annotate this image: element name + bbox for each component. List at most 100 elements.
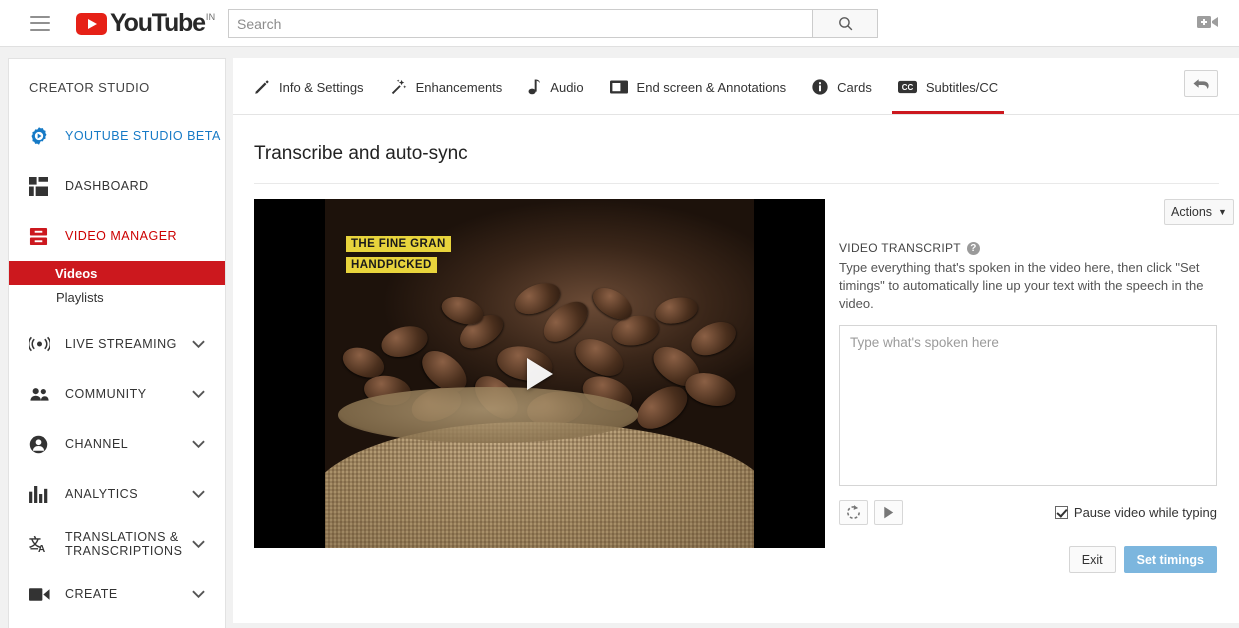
magic-wand-icon — [390, 79, 407, 95]
actions-dropdown-button[interactable]: Actions ▼ — [1164, 199, 1234, 225]
search-bar — [228, 9, 878, 38]
transcript-textarea[interactable] — [839, 325, 1217, 486]
create-icon — [29, 587, 55, 602]
tab-info-settings[interactable]: Info & Settings — [254, 58, 364, 114]
sidebar-item-youtube-studio-beta[interactable]: YOUTUBE STUDIO BETA — [9, 111, 225, 161]
play-icon — [884, 506, 894, 519]
youtube-play-icon — [76, 13, 107, 35]
channel-icon — [29, 435, 55, 454]
pause-video-checkbox[interactable] — [1054, 506, 1068, 519]
search-icon — [838, 17, 852, 31]
actions-label: Actions — [1171, 205, 1213, 219]
chevron-down-icon — [192, 537, 205, 551]
transcript-description: Type everything that's spoken in the vid… — [839, 260, 1204, 311]
sidebar-item-live-streaming[interactable]: LIVE STREAMING — [9, 319, 225, 369]
chevron-down-icon — [192, 337, 205, 351]
chevron-down-icon — [192, 587, 205, 601]
hamburger-menu-icon[interactable] — [30, 15, 50, 31]
exit-button[interactable]: Exit — [1068, 546, 1116, 573]
sidebar-item-label: CREATE — [65, 587, 118, 601]
replay-button[interactable] — [839, 500, 868, 525]
sidebar-item-label: CHANNEL — [65, 437, 129, 451]
pause-video-checkbox-label: Pause video while typing — [1073, 505, 1217, 520]
video-transcript-label-row: VIDEO TRANSCRIPT ? — [839, 241, 1234, 255]
sidebar-item-translations-transcriptions[interactable]: 文 A TRANSLATIONS & TRANSCRIPTIONS — [9, 519, 225, 569]
sidebar-item-label: YOUTUBE STUDIO BETA — [65, 129, 221, 143]
sidebar: CREATOR STUDIO YOUTUBE STUDIO BETA DASHB… — [8, 58, 226, 628]
sidebar-item-label: VIDEO MANAGER — [65, 229, 178, 243]
sack-rim — [337, 387, 639, 444]
sidebar-item-analytics[interactable]: ANALYTICS — [9, 469, 225, 519]
youtube-country-code: IN — [205, 12, 216, 22]
sidebar-subitem-label: Videos — [55, 265, 98, 281]
chevron-down-icon — [192, 487, 205, 501]
chevron-down-icon: ▼ — [1218, 207, 1227, 217]
tab-end-screen-annotations[interactable]: End screen & Annotations — [609, 58, 787, 114]
sidebar-title: CREATOR STUDIO — [29, 80, 150, 95]
main-content: Info & Settings Enhancements Audio End s… — [233, 58, 1239, 623]
sidebar-item-label: ANALYTICS — [65, 487, 139, 501]
sidebar-item-create[interactable]: CREATE — [9, 569, 225, 619]
play-button[interactable] — [874, 500, 903, 525]
transcript-action-buttons: Exit Set timings — [839, 546, 1217, 573]
analytics-icon — [29, 485, 55, 503]
transcript-controls-row: Pause video while typing — [839, 500, 1217, 525]
transcript-panel: Actions ▼ VIDEO TRANSCRIPT ? Type everyt… — [839, 199, 1234, 573]
translations-icon: 文 A — [29, 535, 55, 554]
tab-subtitles-cc[interactable]: CC Subtitles/CC — [891, 58, 1005, 114]
gear-play-icon — [29, 126, 55, 146]
cc-icon: CC — [897, 80, 917, 94]
tab-label: Enhancements — [415, 79, 503, 95]
live-streaming-icon — [29, 336, 55, 352]
dashboard-icon — [29, 176, 55, 196]
set-timings-button[interactable]: Set timings — [1123, 546, 1217, 573]
tab-label: Cards — [837, 79, 872, 95]
svg-text:CC: CC — [902, 83, 914, 92]
youtube-logo-text: YouTube — [110, 9, 206, 37]
sidebar-item-label: LIVE STREAMING — [65, 337, 177, 351]
search-button[interactable] — [812, 9, 878, 38]
video-edit-tabs: Info & Settings Enhancements Audio End s… — [233, 58, 1239, 115]
tab-label: Subtitles/CC — [925, 79, 999, 95]
sidebar-subitem-label: Playlists — [56, 289, 104, 305]
info-circle-icon — [812, 79, 828, 95]
video-caption-line-1: THE FINE GRAN — [346, 236, 451, 252]
pause-video-checkbox-row[interactable]: Pause video while typing — [1054, 505, 1217, 520]
upload-video-icon — [1197, 16, 1218, 28]
upload-video-button[interactable] — [1197, 14, 1219, 35]
chevron-down-icon — [192, 437, 205, 451]
help-icon[interactable]: ? — [966, 241, 980, 255]
play-icon[interactable] — [526, 357, 553, 390]
tab-audio[interactable]: Audio — [528, 58, 584, 114]
replay-icon — [847, 505, 860, 519]
community-icon — [29, 386, 55, 402]
video-transcript-label: VIDEO TRANSCRIPT — [839, 241, 961, 255]
end-screen-icon — [609, 80, 628, 94]
svg-text:A: A — [38, 544, 46, 554]
tab-enhancements[interactable]: Enhancements — [390, 58, 503, 114]
video-manager-icon — [29, 227, 55, 246]
pencil-icon — [254, 79, 270, 95]
back-button[interactable] — [1184, 70, 1218, 97]
chevron-down-icon — [192, 387, 205, 401]
back-arrow-icon — [1192, 78, 1209, 89]
video-caption-line-2: HANDPICKED — [346, 257, 437, 273]
search-input[interactable] — [228, 9, 812, 38]
tab-cards[interactable]: Cards — [812, 58, 872, 114]
music-note-icon — [528, 79, 541, 95]
tab-label: End screen & Annotations — [636, 79, 787, 95]
sidebar-subitem-videos[interactable]: Videos — [9, 261, 225, 285]
sidebar-item-video-manager[interactable]: VIDEO MANAGER — [9, 211, 225, 261]
sidebar-item-community[interactable]: COMMUNITY — [9, 369, 225, 419]
sidebar-subitem-playlists[interactable]: Playlists — [9, 285, 225, 309]
video-player[interactable]: THE FINE GRAN HANDPICKED — [254, 199, 825, 548]
youtube-logo[interactable]: YouTube IN — [76, 10, 215, 36]
sidebar-item-channel[interactable]: CHANNEL — [9, 419, 225, 469]
tab-label: Audio — [550, 79, 584, 95]
sidebar-item-label: COMMUNITY — [65, 387, 147, 401]
transcribe-workarea: THE FINE GRAN HANDPICKED Actions ▼ VIDEO… — [233, 184, 1239, 573]
page-title: Transcribe and auto-sync — [254, 143, 468, 164]
top-header-bar: YouTube IN — [0, 0, 1239, 47]
sidebar-item-dashboard[interactable]: DASHBOARD — [9, 161, 225, 211]
